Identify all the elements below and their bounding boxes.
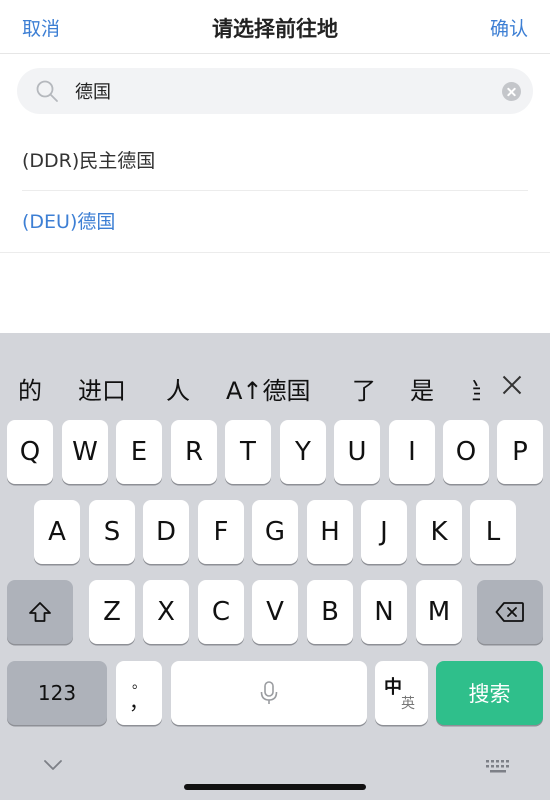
shift-key[interactable] [7,580,73,644]
key-d[interactable]: D [143,500,189,564]
key-i[interactable]: I [389,420,435,484]
candidate-item[interactable]: A↑德国 [226,371,311,406]
key-k[interactable]: K [416,500,462,564]
confirm-button[interactable]: 确认 [490,14,528,41]
punctuation-key[interactable]: 。 ， [116,661,162,725]
keyboard: 的 进口 人 A↑德国 了 是 当 Q W E R T Y U I O P A … [0,333,550,800]
close-icon[interactable] [500,373,524,397]
key-o[interactable]: O [443,420,489,484]
key-j[interactable]: J [361,500,407,564]
key-w[interactable]: W [62,420,108,484]
key-l[interactable]: L [470,500,516,564]
microphone-icon [260,681,278,704]
key-s[interactable]: S [89,500,135,564]
clear-icon[interactable] [502,82,521,101]
search-key[interactable]: 搜索 [436,661,543,725]
key-g[interactable]: G [252,500,298,564]
key-z[interactable]: Z [89,580,135,644]
candidate-bar: 的 进口 人 A↑德国 了 是 当 [0,333,550,417]
key-f[interactable]: F [198,500,244,564]
key-u[interactable]: U [334,420,380,484]
candidate-item[interactable]: 的 [18,371,42,406]
nav-header: 取消 请选择前往地 确认 [0,0,550,54]
key-r[interactable]: R [171,420,217,484]
key-x[interactable]: X [143,580,189,644]
result-item-deu[interactable]: (DEU)德国 [22,192,528,252]
key-m[interactable]: M [416,580,462,644]
space-key[interactable] [171,661,367,725]
key-a[interactable]: A [34,500,80,564]
lang-en-label: 英 [401,696,415,712]
backspace-icon [495,602,524,622]
key-b[interactable]: B [307,580,353,644]
page-title: 请选择前往地 [212,17,338,41]
key-q[interactable]: Q [7,420,53,484]
result-item-ddr[interactable]: (DDR)民主德国 [22,131,528,191]
candidate-item[interactable]: 是 [410,371,434,406]
candidate-item[interactable]: 了 [352,371,376,406]
key-e[interactable]: E [116,420,162,484]
key-h[interactable]: H [307,500,353,564]
punct-label: ， [129,690,149,714]
candidate-item[interactable]: 进口 [78,371,126,406]
key-p[interactable]: P [497,420,543,484]
search-input[interactable] [75,68,495,114]
key-v[interactable]: V [252,580,298,644]
lang-cn-label: 中 [384,677,402,698]
shift-icon [29,602,51,622]
key-y[interactable]: Y [280,420,326,484]
backspace-key[interactable] [477,580,543,644]
search-icon [36,80,58,102]
candidate-item[interactable]: 当 [470,371,480,406]
candidate-item[interactable]: 人 [166,371,190,406]
key-c[interactable]: C [198,580,244,644]
key-n[interactable]: N [361,580,407,644]
divider [0,252,550,253]
numbers-key[interactable]: 123 [7,661,107,725]
language-switch-key[interactable]: 中 英 [375,661,428,725]
home-indicator [184,784,366,790]
key-t[interactable]: T [225,420,271,484]
chevron-down-icon[interactable] [42,758,64,772]
search-bar[interactable] [17,68,533,114]
keyboard-icon[interactable] [485,758,511,776]
